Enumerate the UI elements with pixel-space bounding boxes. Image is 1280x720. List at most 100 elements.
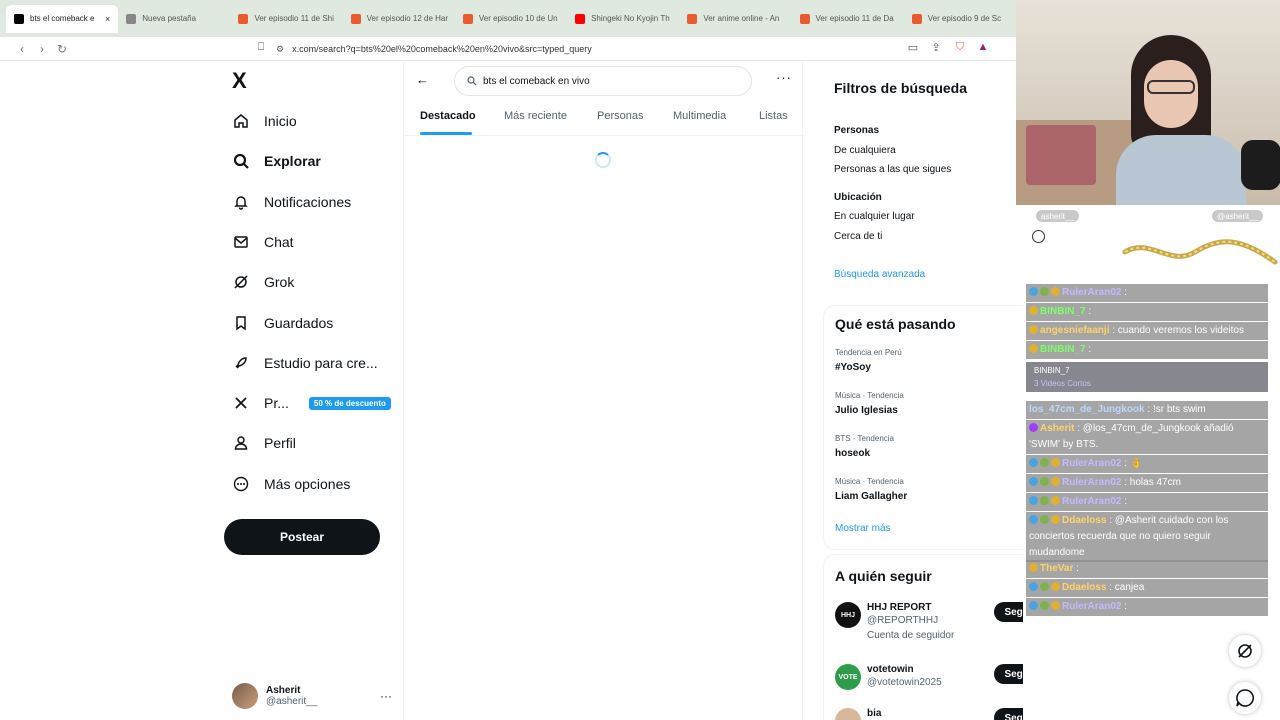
follow-button[interactable]: Seguir <box>994 664 1023 684</box>
follow-handle: @votetowin2025 <box>867 677 942 688</box>
brave-shield-icon[interactable]: ⛉ <box>953 41 967 55</box>
streamer-face <box>1144 60 1198 128</box>
advanced-search-link[interactable]: Búsqueda avanzada <box>834 269 925 280</box>
tab-favicon-icon <box>14 13 24 24</box>
post-button[interactable]: Postear <box>224 519 380 555</box>
tab-label: Ver episodio 11 de Shi <box>254 14 334 23</box>
nav-item-bookmark[interactable]: Guardados <box>232 308 333 338</box>
trend-meta: Música · Tendencia <box>835 391 904 400</box>
chat-badge-icon <box>1040 496 1049 505</box>
nav-item-person[interactable]: Perfil <box>232 428 296 458</box>
brave-rewards-icon[interactable]: ▲ <box>976 41 990 55</box>
people-filter-anyone[interactable]: De cualquiera <box>834 145 896 156</box>
browser-tab[interactable]: Ver episodio 10 de Un <box>455 5 567 33</box>
chat-text: : 👌 <box>1121 458 1143 469</box>
back-nav-icon[interactable]: ‹ <box>12 42 32 56</box>
cast-icon[interactable]: ▭ <box>906 41 920 55</box>
chat-highlight: BINBIN_7 3 Videos Cortos <box>1026 362 1268 392</box>
tab-close-icon[interactable]: × <box>105 14 110 24</box>
person-icon <box>232 434 250 452</box>
who-to-follow-title: A quién seguir <box>835 568 932 584</box>
chat-badge-icon <box>1029 458 1038 467</box>
follow-suggestion[interactable]: HHJ HHJ REPORT @REPORTHHJ Cuenta de seguido… <box>835 602 1023 642</box>
chat-message: Ddaeloss : @Asherit cuidado con los conc… <box>1026 512 1268 562</box>
trend-meta: Música · Tendencia <box>835 477 904 486</box>
nav-item-search[interactable]: Explorar <box>232 146 321 176</box>
account-switcher[interactable]: Asherit @asherit__ ··· <box>232 679 392 713</box>
tab-label: Ver episodio 12 de Har <box>366 14 449 23</box>
follow-button[interactable]: Seguir <box>994 602 1023 622</box>
grok-float-button[interactable] <box>1228 634 1262 668</box>
account-menu-icon[interactable]: ··· <box>380 689 392 703</box>
chat-text: : <box>1121 496 1128 507</box>
browser-tab[interactable]: Ver episodio 9 de Sc <box>904 5 1016 33</box>
chat-message: TheVar : <box>1026 560 1268 578</box>
browser-tab[interactable]: Nueva pestaña <box>118 5 230 33</box>
nav-label: Explorar <box>264 153 321 170</box>
follower-account-note: Cuenta de seguidor <box>867 630 955 641</box>
rocket-icon <box>232 354 250 372</box>
tab-favicon-icon <box>799 13 810 24</box>
chat-text: : <box>1085 344 1092 355</box>
avatar <box>232 683 258 709</box>
url-text: x.com/search?q=bts%20el%20comeback%20en%… <box>292 44 592 54</box>
tab-multimedia[interactable]: Multimedia <box>673 110 726 122</box>
nav-item-bell[interactable]: Notificaciones <box>232 187 351 217</box>
show-more-link[interactable]: Mostrar más <box>835 523 891 534</box>
x-sidebar: X Inicio Explorar Notificaciones Chat Grok Gu… <box>224 62 404 720</box>
more-options-icon[interactable]: ··· <box>776 70 792 85</box>
search-tabs: Destacado Más reciente Personas Multimedia L… <box>404 102 804 136</box>
promo-badge[interactable]: 50 % de descuento <box>308 396 391 410</box>
chat-message: Ddaeloss : canjea <box>1026 579 1268 597</box>
tab-label: Nueva pestaña <box>142 14 197 23</box>
tab-favicon-icon <box>575 13 586 24</box>
chat-text: : canjea <box>1106 582 1145 593</box>
browser-tab[interactable]: bts el comeback e × <box>6 4 119 33</box>
follow-suggestion[interactable]: VOTE votetowin @votetowin2025 Seguir <box>835 664 1023 704</box>
chat-text: : <box>1121 601 1128 612</box>
messages-float-button[interactable] <box>1228 681 1262 715</box>
chat-message: RulerAran02 : <box>1026 493 1268 511</box>
trend-name[interactable]: #YoSoy <box>835 362 871 373</box>
nav-item-more-circle[interactable]: Más opciones <box>232 469 350 499</box>
forward-nav-icon[interactable]: › <box>32 42 52 56</box>
tab-label: bts el comeback e <box>30 14 95 23</box>
chat-message: RulerAran02 : 👌 <box>1026 455 1268 473</box>
browser-tab[interactable]: Ver episodio 12 de Har <box>343 5 455 33</box>
trend-name[interactable]: hosеok <box>835 448 870 459</box>
tab-más-reciente[interactable]: Más reciente <box>504 110 567 122</box>
chat-messages: RulerAran02 : BINBIN_7 : angesniefaanji … <box>1026 277 1270 618</box>
grok-icon <box>232 273 250 291</box>
site-settings-icon[interactable]: ⚙ <box>276 44 284 55</box>
nav-item-home[interactable]: Inicio <box>232 106 297 136</box>
trend-name[interactable]: Julio Iglesias <box>835 405 898 416</box>
follow-button[interactable]: Seguir <box>994 708 1023 720</box>
browser-tab[interactable]: Ver anime online - An <box>679 5 791 33</box>
reload-icon[interactable]: ↻ <box>52 42 72 56</box>
chat-badge-icon <box>1040 458 1049 467</box>
tab-destacado[interactable]: Destacado <box>420 110 476 122</box>
x-logo[interactable]: X <box>232 68 247 94</box>
location-filter-anywhere[interactable]: En cualquier lugar <box>834 211 915 222</box>
trend-name[interactable]: Liam Gallagher <box>835 491 907 502</box>
nav-item-x-premium[interactable]: Pr... 50 % de descuento <box>232 388 391 418</box>
bookmark-icon <box>232 314 250 332</box>
nav-item-mail[interactable]: Chat <box>232 227 294 257</box>
chat-badge-icon <box>1051 287 1060 296</box>
nav-item-rocket[interactable]: Estudio para cre... <box>232 348 378 378</box>
browser-tab[interactable]: Ver episodio 11 de Da <box>792 5 904 33</box>
tab-personas[interactable]: Personas <box>597 110 643 122</box>
bookmark-page-icon[interactable]: ⎕ <box>254 41 268 55</box>
share-icon[interactable]: ⇪ <box>929 41 943 55</box>
people-filter-following[interactable]: Personas a las que sigues <box>834 164 951 175</box>
nav-item-grok[interactable]: Grok <box>232 267 294 297</box>
back-arrow-icon[interactable]: ← <box>416 72 429 87</box>
address-bar[interactable]: ⚙ x.com/search?q=bts%20el%20comeback%20e… <box>276 40 876 58</box>
tab-listas[interactable]: Listas <box>759 110 788 122</box>
browser-tab[interactable]: Ver episodio 11 de Shi <box>230 5 342 33</box>
nav-label: Guardados <box>264 314 334 331</box>
follow-suggestion[interactable]: bia Seguir <box>835 708 1023 720</box>
browser-tab[interactable]: Shingeki No Kyojin Th <box>567 5 679 33</box>
search-input[interactable]: bts el comeback en vivo <box>454 66 752 96</box>
location-filter-near[interactable]: Cerca de ti <box>834 231 882 242</box>
